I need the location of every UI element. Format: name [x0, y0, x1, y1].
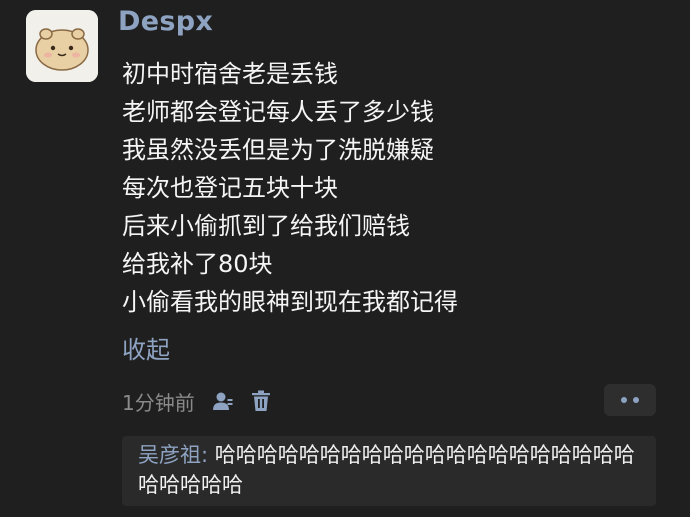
reply-box[interactable]: 吴彦祖: 哈哈哈哈哈哈哈哈哈哈哈哈哈哈哈哈哈哈哈哈哈哈哈哈哈	[122, 436, 656, 506]
post-line: 初中时宿舍老是丢钱	[122, 60, 338, 88]
post-line: 小偷看我的眼神到现在我都记得	[122, 288, 458, 316]
post-line: 每次也登记五块十块	[122, 174, 338, 202]
reply-text: 哈哈哈哈哈哈哈哈哈哈哈哈哈哈哈哈哈哈哈哈哈哈哈哈哈	[138, 443, 635, 497]
avatar[interactable]	[26, 10, 98, 82]
user-icon[interactable]	[211, 389, 235, 413]
meta-row: 1分钟前	[122, 383, 273, 419]
post-body: 初中时宿舍老是丢钱 老师都会登记每人丢了多少钱 我虽然没丢但是为了洗脱嫌疑 每次…	[122, 55, 662, 321]
post-line: 给我补了80块	[122, 250, 273, 278]
timestamp: 1分钟前	[122, 390, 195, 415]
post-line: 后来小偷抓到了给我们赔钱	[122, 212, 410, 240]
reply-author[interactable]: 吴彦祖:	[138, 443, 208, 467]
cartoon-bun-avatar-icon	[26, 10, 98, 82]
post-line: 老师都会登记每人丢了多少钱	[122, 98, 434, 126]
dot	[621, 397, 627, 403]
username[interactable]: Despx	[118, 6, 213, 37]
trash-icon[interactable]	[249, 389, 273, 413]
collapse-link[interactable]: 收起	[122, 331, 170, 369]
more-dots-icon[interactable]	[604, 384, 656, 416]
dot	[633, 397, 639, 403]
post-line: 我虽然没丢但是为了洗脱嫌疑	[122, 136, 434, 164]
